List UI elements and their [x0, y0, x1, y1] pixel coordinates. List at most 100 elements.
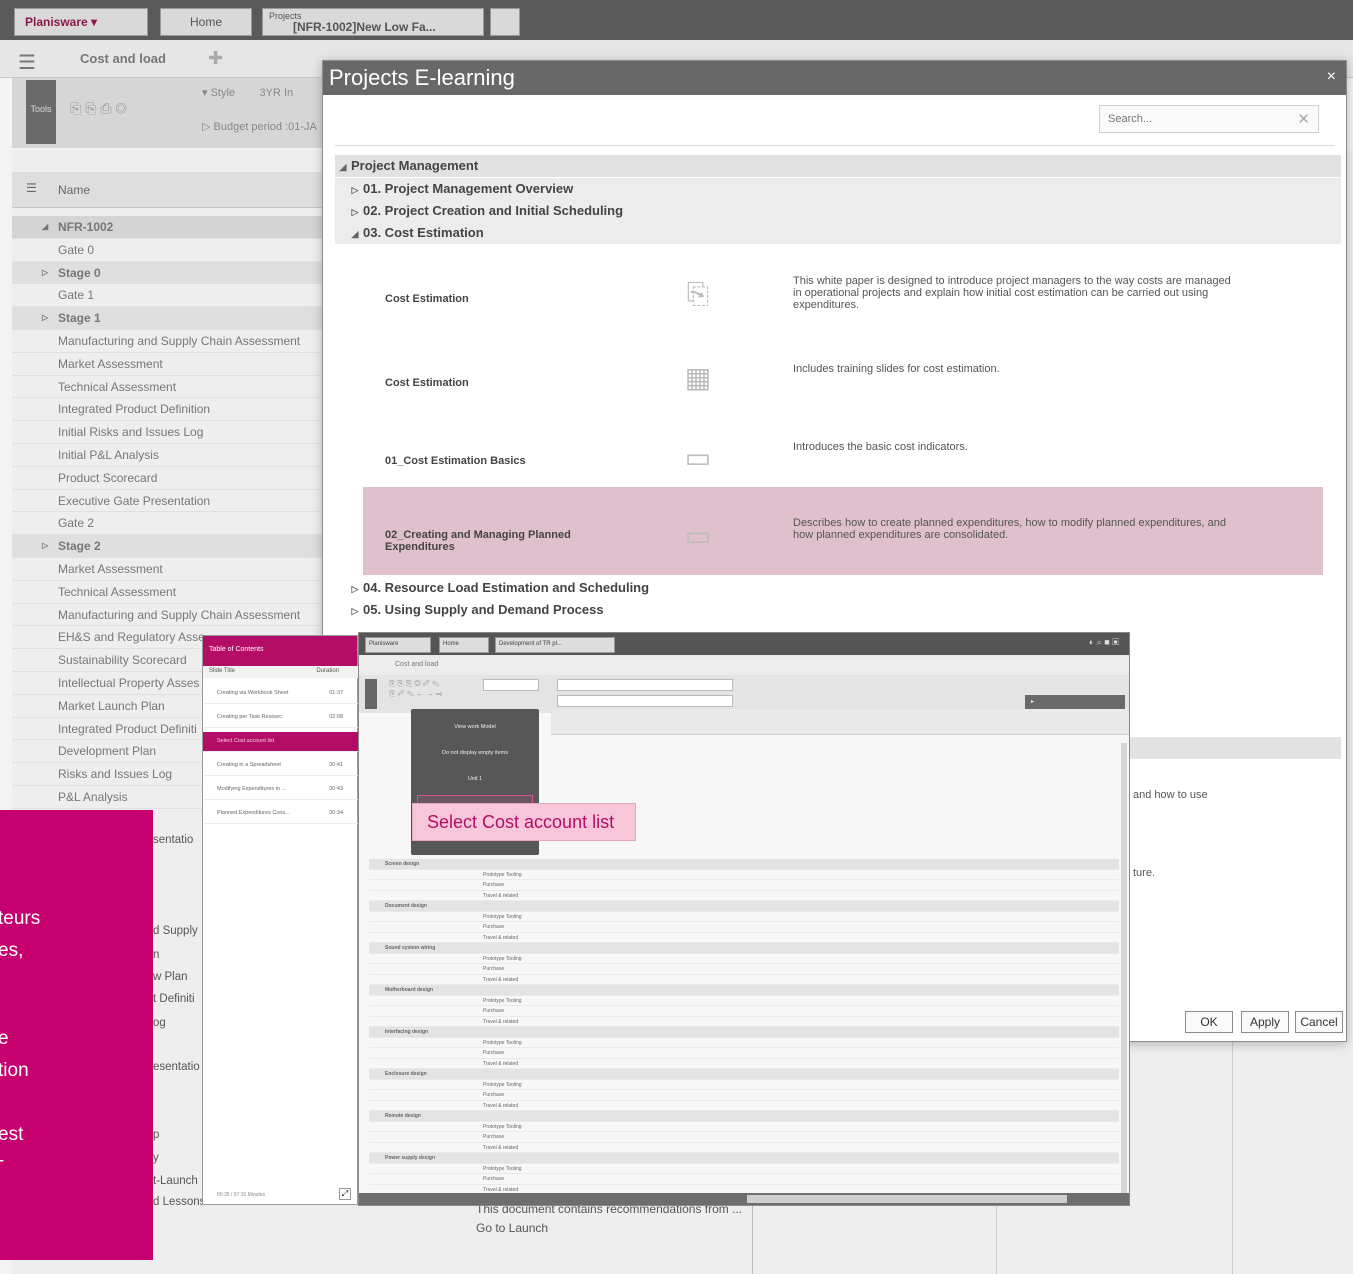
toc-item[interactable]: Creating via Workbook Sheet 01:37	[203, 684, 359, 704]
section-5[interactable]: ▷ 05. Using Supply and Demand Process	[335, 599, 1341, 621]
collapse-arrow-icon[interactable]: ◢	[347, 223, 363, 245]
lesson-description: Describes how to create planned expendit…	[793, 517, 1226, 541]
tree-row-label-fragment: d Supply	[153, 925, 198, 937]
clear-search-icon[interactable]: ✕	[1297, 110, 1310, 128]
menu-icon[interactable]: ☰	[18, 50, 36, 75]
ok-button[interactable]: OK	[1185, 1011, 1233, 1033]
tree-row[interactable]: Integrated Product Definition	[12, 398, 332, 422]
tree-row[interactable]: Manufacturing and Supply Chain Assessmen…	[12, 604, 332, 627]
fullscreen-icon[interactable]: ⤢	[339, 1188, 351, 1200]
section-1[interactable]: ▷ 01. Project Management Overview	[335, 178, 1341, 200]
tree-row[interactable]: Technical Assessment	[12, 581, 332, 604]
expand-arrow-icon[interactable]: ▷	[347, 201, 363, 223]
toc-item[interactable]: Select Cost account list	[203, 732, 359, 752]
lesson-title: 01_Cost Estimation Basics	[385, 455, 526, 467]
inner-group-row: Document design	[369, 901, 1119, 912]
section-2[interactable]: ▷ 02. Project Creation and Initial Schedu…	[335, 200, 1341, 222]
inner-row: Travel & related	[369, 933, 1119, 943]
toolbar-icons[interactable]: ⎘⎘⎙◎	[70, 100, 131, 117]
tree-row-label: Intellectual Property Asses	[58, 675, 200, 690]
search-input[interactable]	[1100, 106, 1280, 132]
tree-row-label-fragment: w Plan	[153, 971, 188, 983]
lesson-title: Cost Estimation	[385, 377, 469, 389]
lesson-card[interactable]: 01_Cost Estimation Basics ▭ Introduces the…	[363, 419, 1323, 487]
inner-group-label: Remote design	[385, 1113, 421, 1119]
tree-row[interactable]: Initial Risks and Issues Log	[12, 421, 332, 444]
tree-row-label-fragment: p	[153, 1129, 160, 1141]
tools-ribbon-tab[interactable]: Tools	[26, 80, 56, 144]
cancel-button[interactable]: Cancel	[1295, 1011, 1343, 1033]
section-3[interactable]: ◢ 03. Cost Estimation	[335, 222, 1341, 244]
tree-row[interactable]: Market Assessment	[12, 558, 332, 581]
toc-col-title: Slide Title	[209, 668, 236, 674]
tree-row-label-fragment: t Definiti	[153, 993, 195, 1005]
toc-item[interactable]: Modifying Expenditures in ... 00:43	[203, 780, 359, 800]
tree-row[interactable]: Executive Gate Presentation	[12, 490, 332, 513]
tree-row-label: Initial Risks and Issues Log	[58, 425, 204, 440]
video-icon[interactable]: ▭	[681, 519, 715, 553]
expand-arrow-icon[interactable]: ▷	[42, 262, 48, 284]
tree-row-label: Stage 2	[58, 539, 101, 554]
lesson-card[interactable]: 02_Creating and Managing Planned Expendi…	[363, 487, 1323, 575]
add-icon[interactable]: ✚	[208, 48, 223, 69]
tutorial-screenshot: Planisware Home Development of TR pl... …	[358, 632, 1130, 1206]
tree-row[interactable]: ▷ Stage 1	[12, 307, 332, 330]
tree-row[interactable]: Manufacturing and Supply Chain Assessmen…	[12, 330, 332, 353]
inner-row-label: Purchase	[483, 1008, 505, 1014]
close-icon[interactable]: ×	[1327, 68, 1336, 86]
project-tab[interactable]: Projects [NFR-1002]New Low Fa...	[262, 8, 484, 36]
tree-row[interactable]: Gate 2	[12, 512, 332, 536]
tree-row-label: Integrated Product Definition	[58, 402, 211, 417]
section-4[interactable]: ▷ 04. Resource Load Estimation and Schedu…	[335, 577, 1341, 599]
panel-text: -	[0, 1150, 4, 1172]
inner-row: Purchase	[369, 922, 1119, 933]
name-column-header[interactable]: Name ☰	[12, 172, 332, 208]
inner-row: Prototype Tooling	[369, 912, 1119, 922]
inner-view-title: Cost and load	[359, 655, 1129, 675]
style-selector[interactable]: ▾ Style 3YR In	[202, 86, 293, 99]
pdf-icon[interactable]: ⎘	[681, 277, 715, 311]
tree-row-label: Gate 1	[58, 288, 95, 303]
apply-button[interactable]: Apply	[1241, 1011, 1289, 1033]
lesson-card[interactable]: Cost Estimation ⎘ This white paper is desi…	[363, 257, 1323, 341]
inner-row: Prototype Tooling	[369, 1164, 1119, 1174]
tree-row[interactable]: Gate 0	[12, 239, 332, 262]
toc-item-title: Creating per Task Resourc	[217, 714, 283, 720]
expand-arrow-icon[interactable]: ▷	[347, 600, 363, 622]
tree-row[interactable]: Gate 1	[12, 284, 332, 308]
home-tab[interactable]: Home	[160, 8, 252, 36]
expand-arrow-icon[interactable]: ▷	[347, 578, 363, 600]
section-project-management[interactable]: ◢ Project Management	[335, 155, 1341, 177]
tree-row[interactable]: ▷ Stage 2	[12, 535, 332, 558]
collapse-arrow-icon[interactable]: ◢	[335, 156, 351, 178]
tree-row-label: Technical Assessment	[58, 379, 177, 394]
lesson-description: This white paper is designed to introduc…	[793, 275, 1231, 311]
video-icon[interactable]: ▭	[681, 441, 715, 475]
inner-group-label: Screen design	[385, 861, 420, 867]
brand-tab[interactable]: Planisware ▾	[14, 8, 148, 36]
toc-item[interactable]: Creating per Task Resourc 02:08	[203, 708, 359, 728]
tree-row[interactable]: Market Assessment	[12, 353, 332, 376]
tree-row[interactable]: Technical Assessment	[12, 376, 332, 399]
inner-group-label: Motherboard design	[385, 987, 434, 993]
inner-row-label: Prototype Tooling	[483, 1081, 522, 1088]
search-box: ✕	[1099, 105, 1319, 133]
new-tab-button[interactable]	[490, 8, 520, 36]
tree-row[interactable]: Product Scorecard	[12, 467, 332, 490]
toc-item-title: Creating via Workbook Sheet	[217, 690, 289, 696]
expand-arrow-icon[interactable]: ▷	[347, 179, 363, 201]
tree-row[interactable]: Initial P&L Analysis	[12, 444, 332, 467]
budget-period[interactable]: ▷ Budget period :01-JA	[202, 120, 317, 133]
tree-row[interactable]: ▷ Stage 0	[12, 261, 332, 285]
tree-row-label: Product Scorecard	[58, 470, 158, 485]
toc-item[interactable]: Planned Expenditures Cons... 00:34	[203, 804, 359, 824]
expand-arrow-icon[interactable]: ▷	[42, 307, 48, 329]
expand-arrow-icon[interactable]: ◢	[42, 216, 48, 238]
expand-arrow-icon[interactable]: ▷	[42, 535, 48, 557]
inner-row: Travel & related	[369, 1143, 1119, 1153]
slides-icon[interactable]: ▦	[681, 361, 715, 395]
toc-item[interactable]: Creating in a Spreadsheet 00:41	[203, 756, 359, 776]
tree-row[interactable]: ◢ NFR-1002	[12, 216, 332, 239]
lesson-card[interactable]: Cost Estimation ▦ Includes training slides…	[363, 341, 1323, 419]
inner-row-label: Purchase	[483, 966, 505, 972]
